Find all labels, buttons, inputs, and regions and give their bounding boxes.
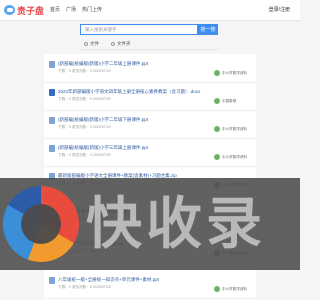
watermark-overlay: 快收录: [0, 178, 300, 270]
file-meta: 下载：0 浏览次数：4 2020/07/22: [58, 125, 111, 129]
list-item[interactable]: 2022年新部编版小学语文四年级上册全册核心素养教案（含习题）.docx 下载：…: [44, 84, 256, 111]
tab-files-label: 文件: [90, 41, 99, 46]
image-file-icon: [49, 117, 55, 124]
uploader-name: 中国象棋: [222, 98, 237, 103]
uploader[interactable]: 中小学数学资料: [214, 126, 247, 132]
search-input[interactable]: 输入搜索关键字: [80, 24, 198, 35]
uploader[interactable]: 中小学数学资料: [214, 70, 247, 76]
radio-icon: [84, 42, 88, 46]
uploader-name: 中小学数学资料: [222, 154, 248, 159]
word-file-icon: [49, 89, 55, 96]
list-item[interactable]: (新部编)统编版(新版)小学三年级上册课件.ppt 下载：0 浏览次数：4 20…: [44, 140, 256, 167]
file-title-link[interactable]: (新部编)统编版(新版)小学二年级上册课件.ppt: [58, 61, 148, 67]
file-title-link[interactable]: (新部编)统编版(新版)小学二年级下册课件.ppt: [58, 117, 148, 123]
image-file-icon: [49, 277, 55, 284]
watermark-text: 快收录: [86, 192, 266, 255]
avatar: [214, 126, 220, 132]
uploader-name: 中小学数学资料: [222, 126, 248, 131]
nav-link-square[interactable]: 广场: [66, 6, 76, 13]
file-meta: 下载：0 浏览次数：4 2020/07/22: [58, 153, 111, 157]
main-nav: 首页 广场 热门上传: [50, 6, 102, 13]
list-item[interactable]: (新部编)统编版(新版)小学二年级上册课件.ppt 下载：0 浏览次数：4 20…: [44, 56, 256, 83]
image-file-icon: [49, 145, 55, 152]
avatar: [214, 98, 220, 104]
list-item[interactable]: (新部编)统编版(新版)小学二年级下册课件.ppt 下载：0 浏览次数：4 20…: [44, 112, 256, 139]
nav-link-home[interactable]: 首页: [50, 6, 60, 13]
avatar: [214, 154, 220, 160]
uploader-name: 中小学数学资料: [222, 70, 248, 75]
site-logo[interactable]: 贵子盘: [4, 3, 44, 17]
search-type-tabs: 文件 文件夹: [84, 41, 131, 47]
uploader[interactable]: 中小学数学资料: [214, 286, 247, 292]
file-title-link[interactable]: 2022年新部编版小学语文四年级上册全册核心素养教案（含习题）.docx: [58, 89, 200, 95]
uploader[interactable]: 中小学数学资料: [214, 154, 247, 160]
cloud-icon: [4, 5, 15, 15]
tab-folders[interactable]: 文件夹: [111, 41, 131, 47]
avatar: [214, 286, 220, 292]
tab-folders-label: 文件夹: [117, 41, 131, 46]
watermark-logo-icon: [3, 186, 79, 262]
tab-files[interactable]: 文件: [84, 41, 99, 47]
logo-text: 贵子盘: [16, 5, 44, 16]
file-meta: 下载：0 浏览次数：4 2020/07/22: [58, 69, 111, 73]
login-register-link[interactable]: 登录/注册: [269, 6, 290, 13]
nav-link-hot-uploads[interactable]: 热门上传: [82, 6, 102, 13]
top-navbar: 贵子盘 首页 广场 热门上传 登录/注册: [0, 0, 300, 21]
avatar: [214, 70, 220, 76]
image-file-icon: [49, 61, 55, 68]
file-title-link[interactable]: (新部编)统编版(新版)小学三年级上册课件.ppt: [58, 145, 148, 151]
file-title-link[interactable]: 八年级统一版+全册统一知识点+单元课件+素材.ppt: [58, 277, 159, 283]
file-meta: 下载：0 浏览次数：5 2020/07/22: [58, 97, 111, 101]
search-bar: 输入搜索关键字 搜一搜: [80, 24, 218, 35]
file-meta: 下载：0 浏览次数：3 2020/07/22: [58, 285, 111, 289]
uploader-name: 中小学数学资料: [222, 286, 248, 291]
search-button[interactable]: 搜一搜: [198, 24, 218, 35]
list-item[interactable]: 八年级统一版+全册统一知识点+单元课件+素材.ppt 下载：0 浏览次数：3 2…: [44, 272, 256, 299]
uploader[interactable]: 中国象棋: [214, 98, 236, 104]
divider: [80, 49, 218, 50]
radio-icon: [111, 42, 115, 46]
